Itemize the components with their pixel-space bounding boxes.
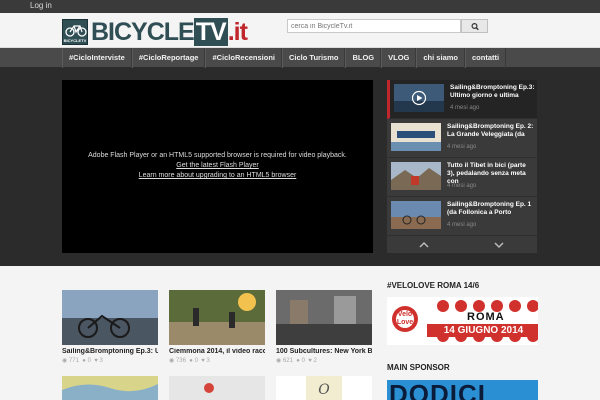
player-message: Adobe Flash Player or an HTML5 supported… xyxy=(62,151,373,181)
comment-icon: ● xyxy=(296,358,300,364)
video-thumbnail xyxy=(62,376,158,400)
video-card[interactable]: Sailing&Bromptoning Ep.3: Ultim... ◉ 771… xyxy=(62,290,158,364)
velolove-city: ROMA xyxy=(467,311,505,323)
comment-count: 0 xyxy=(87,358,91,364)
main-sponsor-heading: MAIN SPONSOR xyxy=(387,363,450,372)
video-title[interactable]: Ciemmona 2014, il video raccon... xyxy=(169,348,265,355)
nav-item-ciclorecensioni[interactable]: #CicloRecensioni xyxy=(205,48,282,68)
eye-icon: ◉ xyxy=(276,358,282,364)
playlist-thumbnail xyxy=(391,123,441,151)
nav-item-contatti[interactable]: contatti xyxy=(465,48,507,68)
comment-icon: ● xyxy=(82,358,86,364)
site-header: BICYCLETV BICYCLETV.it xyxy=(0,13,600,48)
velolove-banner[interactable]: Velo Love ROMA 14 GIUGNO 2014 xyxy=(387,297,539,345)
like-count: 3 xyxy=(206,358,210,364)
video-title[interactable]: 100 Subcultures: New York Bike... xyxy=(276,348,372,355)
like-count: 3 xyxy=(99,358,103,364)
eye-icon: ◉ xyxy=(169,358,175,364)
heart-icon: ♥ xyxy=(308,358,312,364)
nav-item-vlog[interactable]: VLOG xyxy=(381,48,417,68)
video-card[interactable]: 100 Subcultures: New York Bike... ◉ 621 … xyxy=(276,290,372,364)
playlist-item-date: 4 mesi ago xyxy=(450,105,480,111)
view-count: 771 xyxy=(68,358,79,364)
logo-it: .it xyxy=(227,18,248,46)
playlist-item[interactable]: Tutto il Tibet in bici (parte 3), pedala… xyxy=(387,158,537,197)
playlist-item-date: 4 mesi ago xyxy=(447,183,477,189)
video-card[interactable] xyxy=(169,376,265,400)
playlist-item-title: Sailing&Bromptoning Ep. 1 (da Follonica … xyxy=(447,201,532,216)
playlist-item-date: 4 mesi ago xyxy=(447,222,477,228)
nav-item-ciclointerviste[interactable]: #CicloInterviste xyxy=(62,48,132,68)
video-meta: ◉ 736 ● 0 ♥ 3 xyxy=(169,357,265,364)
video-card[interactable] xyxy=(62,376,158,400)
flash-required-text: Adobe Flash Player or an HTML5 supported… xyxy=(88,152,347,159)
comment-icon: ● xyxy=(189,358,193,364)
playlist-thumbnail xyxy=(394,84,444,112)
eye-icon: ◉ xyxy=(62,358,68,364)
playlist-thumbnail xyxy=(391,201,441,229)
search-icon xyxy=(471,22,479,31)
playlist-item[interactable]: Sailing&Bromptoning Ep. 1 (da Follonica … xyxy=(387,197,537,236)
logo-tv: TV xyxy=(193,18,228,46)
velolove-logo: Velo Love xyxy=(396,311,414,326)
playlist-item-date: 4 mesi ago xyxy=(447,144,477,150)
nav-item-blog[interactable]: BLOG xyxy=(345,48,382,68)
heart-icon: ♥ xyxy=(201,358,205,364)
playlist-item-title: Sailing&Bromptoning Ep. 2: La Grande Vel… xyxy=(447,123,534,138)
html5-upgrade-link[interactable]: Learn more about upgrading to an HTML5 b… xyxy=(62,171,373,181)
sponsor-logo: DODICI xyxy=(389,380,486,400)
video-thumbnail xyxy=(62,290,158,345)
logo-wordmark: BICYCLETV.it xyxy=(91,18,248,46)
main-nav: #CicloInterviste #CicloReportage #CicloR… xyxy=(0,48,600,68)
video-title[interactable]: Sailing&Bromptoning Ep.3: Ultim... xyxy=(62,348,158,355)
playlist-item[interactable]: Sailing&Bromptoning Ep. 2: La Grande Vel… xyxy=(387,119,537,158)
view-count: 621 xyxy=(282,358,293,364)
video-meta: ◉ 621 ● 0 ♥ 2 xyxy=(276,357,372,364)
view-count: 736 xyxy=(175,358,186,364)
chevron-down-icon[interactable] xyxy=(494,241,504,249)
comment-count: 0 xyxy=(301,358,305,364)
video-playlist: Sailing&Bromptoning Ep.3: Ultimo giorno … xyxy=(387,80,537,253)
logo-bicycle: BICYCLE xyxy=(91,18,195,46)
bicycle-icon: BICYCLETV xyxy=(62,19,88,45)
logo-icon-text: BICYCLETV xyxy=(63,38,87,43)
playlist-thumbnail xyxy=(391,162,441,190)
velolove-date: 14 GIUGNO 2014 xyxy=(443,325,524,336)
sponsor-banner[interactable]: DODICI xyxy=(387,380,538,400)
video-player[interactable]: Adobe Flash Player or an HTML5 supported… xyxy=(62,80,373,253)
heart-icon: ♥ xyxy=(94,358,98,364)
search-button[interactable] xyxy=(461,19,488,33)
video-thumbnail xyxy=(276,290,372,345)
comment-count: 0 xyxy=(194,358,198,364)
chevron-up-icon[interactable] xyxy=(419,241,429,249)
login-link[interactable]: Log in xyxy=(30,1,52,10)
video-card[interactable]: Ciemmona 2014, il video raccon... ◉ 736 … xyxy=(169,290,265,364)
video-thumbnail: O xyxy=(276,376,372,400)
nav-item-ciclo-turismo[interactable]: Ciclo Turismo xyxy=(282,48,346,68)
top-bar: Log in xyxy=(0,0,600,13)
like-count: 2 xyxy=(313,358,317,364)
video-thumbnail xyxy=(169,290,265,345)
video-thumbnail xyxy=(169,376,265,400)
video-card[interactable]: O xyxy=(276,376,372,400)
svg-text:O: O xyxy=(318,382,330,398)
playlist-item[interactable]: Sailing&Bromptoning Ep.3: Ultimo giorno … xyxy=(387,80,537,119)
velolove-heading: #VELOLOVE ROMA 14/6 xyxy=(387,281,480,290)
video-meta: ◉ 771 ● 0 ♥ 3 xyxy=(62,357,158,364)
nav-item-chi-siamo[interactable]: chi siamo xyxy=(416,48,465,68)
playlist-controls xyxy=(387,238,537,253)
site-logo[interactable]: BICYCLETV BICYCLETV.it xyxy=(62,18,248,46)
search-input[interactable] xyxy=(287,19,461,33)
playlist-item-title: Sailing&Bromptoning Ep.3: Ultimo giorno … xyxy=(450,84,535,99)
nav-item-cicloreportage[interactable]: #CicloReportage xyxy=(131,48,206,68)
flash-player-link[interactable]: Get the latest Flash Player xyxy=(62,161,373,171)
